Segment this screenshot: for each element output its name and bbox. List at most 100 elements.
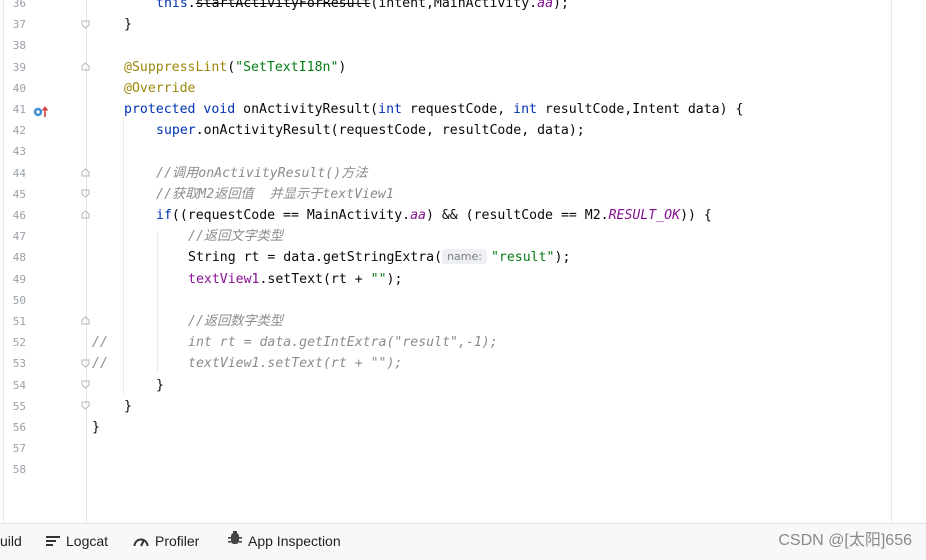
app-inspection-tool-button[interactable]: App Inspection [228, 524, 341, 558]
code-token: . [187, 0, 196, 11]
code-token: //返回文字类型 [188, 229, 284, 245]
code-token: requestCode, [409, 102, 514, 117]
fold-start-icon[interactable] [81, 316, 90, 325]
code-line[interactable]: @Override [124, 78, 195, 99]
code-token: startActivityForResult [195, 0, 371, 11]
code-token: aa [410, 208, 426, 223]
code-comment[interactable]: textView1.setText(rt + ""); [188, 353, 402, 374]
line-number: 55 [12, 399, 26, 413]
code-token: aa [537, 0, 554, 11]
code-token: void [203, 102, 236, 117]
code-comment[interactable]: //返回文字类型 [188, 226, 283, 247]
code-line[interactable]: } [124, 396, 132, 417]
build-tool-button[interactable]: uild [0, 524, 22, 558]
code-token: //调用onActivityResult()方法 [156, 165, 368, 181]
line-number: 49 [12, 272, 26, 286]
code-token: // [92, 356, 108, 372]
code-token: super [156, 123, 196, 139]
code-editor[interactable]: 36 37 38 39 40 41 42 43 44 45 46 47 48 4… [0, 0, 926, 523]
csdn-watermark: CSDN @[太阳]656 [778, 532, 912, 549]
fold-start-icon[interactable] [81, 62, 90, 71]
code-token: textView1.setText(rt + ""); [188, 356, 403, 372]
line-number: 41 [12, 103, 26, 116]
line-number: 38 [12, 39, 26, 53]
comment-marker: // [92, 353, 108, 374]
line-number: 51 [12, 315, 26, 328]
code-line[interactable]: if((requestCode == MainActivity.aa) && (… [156, 205, 712, 226]
line-number: 57 [12, 442, 26, 456]
code-token: String rt = data.getStringExtra( [188, 250, 443, 266]
tool-window-bar: uild Logcat Profiler App Inspection CSDN… [0, 523, 926, 560]
code-token: onActivityResult( [243, 102, 379, 117]
line-number: 36 [12, 0, 26, 10]
app-inspection-tool-label: App Inspection [248, 533, 341, 549]
fold-end-icon[interactable] [81, 401, 90, 410]
code-line[interactable]: textView1.setText(rt + ""); [188, 269, 402, 290]
line-number: 46 [12, 209, 26, 222]
profiler-tool-label: Profiler [155, 533, 200, 549]
code-token: .setText(rt + [259, 271, 371, 287]
code-token: } [156, 377, 164, 393]
code-token: @SuppressLint [124, 59, 228, 75]
code-token: @Override [124, 80, 196, 96]
code-token: this [156, 0, 188, 11]
code-line[interactable]: } [92, 417, 100, 438]
code-token: int [378, 102, 402, 117]
code-comment[interactable]: //返回数字类型 [188, 311, 283, 332]
code-token: int [513, 102, 537, 117]
profiler-tool-button[interactable]: Profiler [133, 524, 199, 558]
fold-end-icon[interactable] [81, 20, 90, 29]
code-token: ((requestCode == MainActivity. [171, 208, 411, 223]
profiler-gauge-icon [133, 525, 149, 559]
line-number: 47 [12, 230, 26, 244]
code-line[interactable]: @SuppressLint("SetTextI18n") [124, 57, 346, 78]
code-token: ( [227, 59, 236, 75]
code-comment[interactable]: int rt = data.getIntExtra("result",-1); [188, 332, 498, 353]
comment-marker: // [92, 332, 108, 353]
line-number: 53 [12, 357, 26, 371]
code-token: } [124, 17, 132, 33]
line-number: 48 [12, 251, 26, 265]
code-comment[interactable]: //获取M2返回值 并显示于textView1 [156, 184, 394, 205]
code-token: //返回数字类型 [188, 314, 284, 329]
line-number: 43 [12, 145, 26, 159]
code-token: RESULT_OK [608, 208, 681, 223]
code-token: ) && (resultCode == M2. [425, 208, 609, 223]
code-token: int rt = data.getIntExtra("result",-1); [188, 335, 498, 351]
fold-end-icon[interactable] [81, 359, 90, 368]
code-token: "SetTextI18n" [235, 59, 339, 75]
line-number: 37 [12, 18, 26, 32]
fold-end-icon[interactable] [81, 189, 90, 198]
line-number: 44 [12, 166, 26, 180]
code-comment[interactable]: //调用onActivityResult()方法 [156, 163, 368, 184]
fold-end-icon[interactable] [81, 380, 90, 389]
code-line[interactable]: } [124, 14, 132, 35]
fold-start-icon[interactable] [81, 210, 90, 219]
code-token: ); [386, 271, 403, 287]
line-number: 56 [12, 421, 26, 434]
code-line[interactable]: String rt = data.getStringExtra(name: "re… [188, 247, 570, 268]
code-token: } [92, 420, 100, 435]
code-token: if [156, 208, 172, 223]
line-number: 50 [12, 293, 26, 307]
line-number: 39 [12, 60, 26, 74]
line-number: 58 [12, 463, 26, 477]
code-line[interactable]: } [156, 375, 164, 396]
logcat-tool-button[interactable]: Logcat [46, 524, 108, 558]
code-token: // [92, 335, 108, 351]
code-token: //获取M2返回值 并显示于textView1 [156, 186, 394, 202]
code-line[interactable]: protected void onActivityResult(int requ… [124, 99, 743, 120]
code-token: ); [553, 0, 569, 11]
code-token: protected [124, 102, 196, 117]
line-number: 52 [12, 336, 26, 350]
line-number: 45 [12, 187, 26, 201]
line-number: 40 [12, 81, 26, 95]
fold-start-icon[interactable] [81, 168, 90, 177]
line-number: 54 [12, 378, 26, 392]
code-line[interactable]: this.startActivityForResult(intent,MainA… [156, 0, 569, 14]
code-token: .onActivityResult(requestCode, resultCod… [195, 123, 585, 139]
app-inspection-icon [228, 525, 242, 559]
line-number: 42 [12, 124, 26, 138]
code-line[interactable]: super.onActivityResult(requestCode, resu… [156, 120, 585, 141]
code-token: textView1 [188, 271, 260, 287]
